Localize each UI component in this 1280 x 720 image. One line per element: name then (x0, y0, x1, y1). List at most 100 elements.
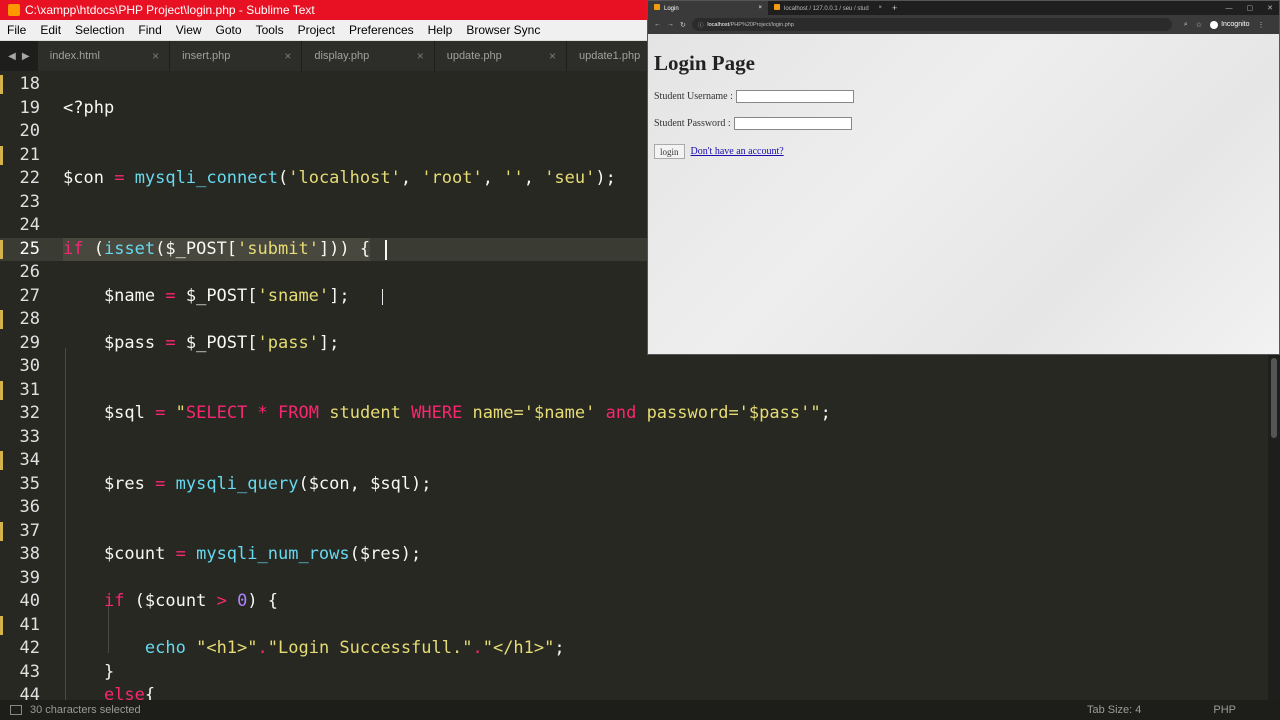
forward-icon[interactable]: → (667, 21, 674, 28)
password-label: Student Password : (654, 118, 731, 129)
menu-tools[interactable]: Tools (249, 23, 291, 37)
code-line: 34 (0, 449, 1268, 473)
minimize-icon[interactable]: — (1226, 5, 1233, 12)
line-number: 20 (19, 121, 40, 141)
tab-size-indicator[interactable]: Tab Size: 4 (1087, 704, 1141, 716)
code-text: $count = mysqli_num_rows($res); (63, 544, 422, 564)
menu-preferences[interactable]: Preferences (342, 23, 421, 37)
editor-scrollbar[interactable] (1268, 354, 1280, 700)
code-line: 38 $count = mysqli_num_rows($res); (0, 543, 1268, 567)
code-text: echo "<h1>"."Login Successfull."."</h1>"… (144, 638, 565, 658)
code-line: 42 echo "<h1>"."Login Successfull."."</h… (0, 637, 1268, 661)
code-line: 41 (0, 614, 1268, 638)
browser-tab-login[interactable]: Login × (648, 1, 768, 15)
close-window-icon[interactable]: ✕ (1267, 4, 1273, 12)
maximize-icon[interactable]: ▢ (1247, 4, 1254, 12)
menu-view[interactable]: View (169, 23, 209, 37)
menu-find[interactable]: Find (131, 23, 168, 37)
code-line: 39 (0, 567, 1268, 591)
code-text: $pass = $_POST['pass']; (63, 332, 340, 353)
tab-label: update.php (446, 50, 502, 62)
status-bar: 30 characters selected Tab Size: 4 PHP (0, 700, 1280, 720)
title-bar: C:\xampp\htdocs\PHP Project\login.php - … (0, 0, 648, 20)
line-number: 39 (19, 567, 40, 588)
line-number: 40 (19, 591, 40, 611)
close-icon[interactable]: × (284, 49, 291, 63)
line-number: 27 (19, 285, 40, 306)
code-text: $name = $_POST['sname']; (63, 285, 350, 306)
menu-project[interactable]: Project (291, 23, 342, 37)
password-input[interactable] (733, 117, 852, 130)
code-text: <?php (63, 97, 115, 118)
scrollbar-thumb[interactable] (1271, 358, 1277, 438)
window-controls: — ▢ ✕ (1226, 1, 1274, 15)
tab-index-html[interactable]: index.html × (37, 41, 170, 71)
back-icon[interactable]: ← (654, 21, 661, 28)
line-number: 23 (19, 191, 40, 212)
code-line: 40 if ($count > 0) { (0, 590, 1268, 614)
line-number: 41 (19, 614, 40, 635)
address-host: localhost (707, 21, 730, 28)
line-number: 32 (19, 403, 40, 423)
code-text: } (63, 661, 115, 682)
menu-goto[interactable]: Goto (209, 23, 249, 37)
tab-next-icon[interactable]: ▶ (22, 51, 30, 62)
menu-help[interactable]: Help (421, 23, 460, 37)
menu-selection[interactable]: Selection (68, 23, 131, 37)
code-line: 31 (0, 379, 1268, 403)
toolbar-right: ⌕ ☆ Incognito ⋮ (1184, 20, 1265, 29)
signup-link[interactable]: Don't have an account? (691, 146, 784, 157)
tab-update-php[interactable]: update.php × (434, 41, 567, 71)
code-line: 32 $sql = "SELECT * FROM student WHERE n… (0, 402, 1268, 426)
close-icon[interactable]: × (417, 49, 424, 63)
line-number: 42 (19, 638, 40, 658)
code-text: $con = mysqli_connect('localhost', 'root… (63, 168, 616, 188)
menu-dots-icon[interactable]: ⋮ (1258, 21, 1265, 29)
line-number: 31 (19, 379, 40, 400)
form-actions: login Don't have an account? (654, 144, 784, 159)
close-icon[interactable]: × (549, 49, 556, 63)
syntax-indicator[interactable]: PHP (1213, 704, 1236, 716)
username-input[interactable] (735, 90, 854, 103)
tab-label: index.html (49, 50, 100, 62)
address-path: /PHP%20Project/login.php (729, 21, 794, 28)
incognito-badge[interactable]: Incognito (1210, 20, 1250, 29)
line-number: 28 (19, 309, 40, 329)
tab-display-php[interactable]: display.php × (302, 41, 434, 71)
code-line: 43 } (0, 661, 1268, 685)
menu-edit[interactable]: Edit (33, 23, 68, 37)
tab-insert-php[interactable]: insert.php × (170, 41, 302, 71)
bookmark-star-icon[interactable]: ☆ (1196, 21, 1202, 29)
code-line: 33 (0, 426, 1268, 450)
sublime-app-icon (8, 4, 20, 16)
tab-label: update1.php (579, 50, 641, 62)
line-number: 29 (19, 332, 40, 353)
close-icon[interactable]: × (758, 5, 762, 11)
reload-icon[interactable]: ↻ (680, 21, 686, 29)
close-icon[interactable]: × (152, 49, 159, 63)
menu-file[interactable]: File (0, 23, 33, 37)
line-number: 33 (19, 426, 40, 447)
menu-bar: File Edit Selection Find View Goto Tools… (0, 20, 648, 41)
code-line: 37 (0, 520, 1268, 544)
panel-toggle-icon[interactable] (10, 705, 22, 715)
new-tab-icon[interactable]: + (892, 3, 897, 13)
favicon-icon (654, 4, 660, 10)
browser-tab-strip: Login × localhost / 127.0.0.1 / seu / st… (648, 1, 1279, 15)
tab-prev-icon[interactable]: ◀ (8, 51, 16, 62)
zoom-icon[interactable]: ⌕ (1184, 21, 1188, 29)
browser-window: Login × localhost / 127.0.0.1 / seu / st… (647, 0, 1280, 355)
incognito-icon (1210, 20, 1219, 29)
info-icon: ⓘ (697, 22, 704, 29)
close-icon[interactable]: × (878, 5, 882, 11)
browser-tab-phpmyadmin[interactable]: localhost / 127.0.0.1 / seu / stud × (768, 1, 888, 15)
page-title: Login Page (654, 51, 755, 75)
login-button[interactable]: login (654, 144, 685, 159)
username-label: Student Username : (654, 91, 733, 102)
menu-browser-sync[interactable]: Browser Sync (459, 23, 547, 37)
text-caret (385, 239, 387, 260)
tab-update1-php[interactable]: update1.php (567, 41, 648, 71)
address-bar[interactable]: ⓘ localhost/PHP%20Project/login.php (691, 18, 1172, 31)
browser-tab-label: Login (664, 6, 679, 12)
line-number: 38 (19, 544, 40, 564)
